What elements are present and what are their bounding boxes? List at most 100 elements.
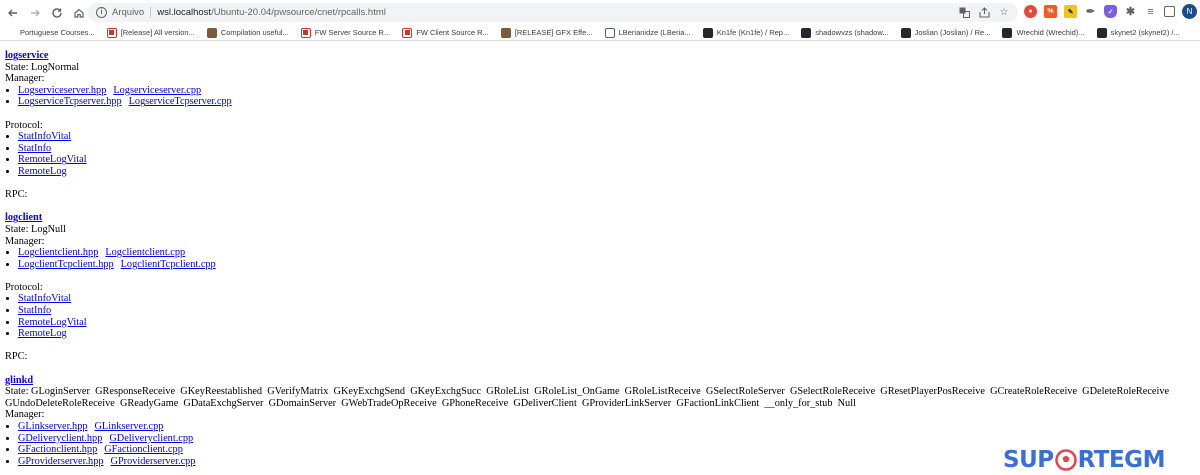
section-title-logservice[interactable]: logservice <box>5 50 48 62</box>
bookmark-label: FW Client Source R... <box>416 28 489 37</box>
watermark-text-right: RTEGM <box>1077 447 1166 473</box>
extension-yellow-icon[interactable]: ✎ <box>1064 5 1077 18</box>
manager-file-link[interactable]: Logserviceserver.cpp <box>113 85 201 96</box>
reading-list-icon[interactable]: ≡ <box>1144 5 1157 18</box>
bookmark-item[interactable]: Joslian (Joslian) / Re... <box>900 27 990 38</box>
list-item: RemoteLog <box>18 166 1195 178</box>
bookmark-label: [Release] All version... <box>120 28 195 37</box>
url-path: /Ubuntu-20.04/pwsource/cnet/rpcalls.html <box>211 7 386 18</box>
rpc-label: RPC: <box>5 351 28 363</box>
share-icon[interactable] <box>978 5 990 19</box>
manager-file-link[interactable]: GFactionclient.cpp <box>104 444 183 455</box>
site-info-icon[interactable]: i <box>96 7 107 18</box>
protocol-link[interactable]: StatInfoVital <box>18 131 71 142</box>
lb-icon <box>604 27 615 38</box>
bookmark-item[interactable]: CW Portuguese Courses... <box>6 28 94 38</box>
bookmark-item[interactable]: FW Server Source R... <box>300 27 391 38</box>
manager-file-link[interactable]: GProviderserver.cpp <box>111 456 196 467</box>
bookmarks-bar: CW Portuguese Courses... [Release] All ve… <box>0 25 1200 41</box>
list-item: StatInfo <box>18 305 1195 317</box>
bookmark-label: [RELEASE] GFX Effe... <box>514 28 593 37</box>
protocol-link[interactable]: StatInfo <box>18 143 51 154</box>
manager-file-link[interactable]: LogserviceTcpserver.hpp <box>18 96 122 107</box>
watermark-text-left: SUP <box>1003 447 1054 473</box>
bookmark-item[interactable]: LBerianidze (LBeria... <box>604 27 691 38</box>
bookmark-label: LBerianidze (LBeria... <box>618 28 691 37</box>
bookmark-item[interactable]: [RELEASE] GFX Effe... <box>500 27 593 38</box>
github-icon <box>1096 27 1107 38</box>
list-item: Logclientclient.hpp Logclientclient.cpp <box>18 247 1195 259</box>
eyedropper-icon[interactable]: ✒ <box>1084 5 1097 18</box>
list-item: LogclientTcpclient.hpp LogclientTcpclient… <box>18 259 1195 271</box>
bookmark-item[interactable]: shadowvzs (shadow... <box>801 27 889 38</box>
profile-avatar[interactable]: N <box>1182 4 1197 19</box>
protocol-link[interactable]: RemoteLog <box>18 166 67 177</box>
bookmark-label: Compilation useful... <box>220 28 289 37</box>
manager-label: Manager: <box>5 409 45 421</box>
reload-icon[interactable] <box>48 4 66 22</box>
manager-file-link[interactable]: GProviderserver.hpp <box>18 456 104 467</box>
manager-label: Manager: <box>5 235 45 247</box>
protocol-link[interactable]: StatInfo <box>18 305 51 316</box>
bookmark-star-icon[interactable]: ☆ <box>998 5 1010 19</box>
manager-file-link[interactable]: LogclientTcpclient.hpp <box>18 259 114 270</box>
bookmark-item[interactable]: Wrechid (Wrechid)... <box>1002 27 1085 38</box>
manager-file-link[interactable]: GFactionclient.hpp <box>18 444 97 455</box>
rpc-label: RPC: <box>5 189 28 201</box>
github-icon <box>801 27 812 38</box>
bookmark-label: Wrechid (Wrechid)... <box>1016 28 1085 37</box>
section-state: State: LogNormal <box>5 61 80 73</box>
github-icon <box>702 27 713 38</box>
puzzle-icon[interactable]: ✱ <box>1124 5 1137 18</box>
list-item: GDeliveryclient.hpp GDeliveryclient.cpp <box>18 433 1195 445</box>
manager-file-link[interactable]: Logserviceserver.hpp <box>18 85 106 96</box>
list-item: RemoteLogVital <box>18 317 1195 329</box>
protocol-label: Arquivo <box>112 7 145 18</box>
bookmark-item[interactable]: Kn1fe (Kn1fe) / Rep... <box>702 27 789 38</box>
bookmark-label: FW Server Source R... <box>314 28 391 37</box>
protocol-link[interactable]: RemoteLogVital <box>18 317 87 328</box>
forward-arrow-icon[interactable] <box>26 4 44 22</box>
home-icon[interactable] <box>70 4 88 22</box>
protocol-link[interactable]: RemoteLogVital <box>18 154 87 165</box>
manager-list: Logserviceserver.hpp Logserviceserver.cpp… <box>5 85 1195 108</box>
browser-toolbar: i Arquivo wsl.localhost/Ubuntu-20.04/pws… <box>0 0 1200 25</box>
bookmark-item[interactable]: [Release] All version... <box>106 27 195 38</box>
back-arrow-icon[interactable] <box>4 4 22 22</box>
manager-file-link[interactable]: GDeliveryclient.hpp <box>18 433 102 444</box>
manager-file-link[interactable]: GLinkserver.hpp <box>18 421 88 432</box>
section-title-logclient[interactable]: logclient <box>5 212 42 224</box>
shield-icon[interactable]: ✓ <box>1104 5 1117 18</box>
manager-file-link[interactable]: Logclientclient.hpp <box>18 247 98 258</box>
doc-icon <box>300 27 311 38</box>
list-item: LogserviceTcpserver.hpp LogserviceTcpserv… <box>18 96 1195 108</box>
watermark-logo: SUP RTEGM <box>1003 445 1165 475</box>
extension-red-icon[interactable]: ● <box>1024 5 1037 18</box>
section-title-glinkd[interactable]: glinkd <box>5 375 33 387</box>
side-panel-icon[interactable] <box>1164 6 1175 17</box>
address-separator <box>150 7 152 18</box>
translate-icon[interactable] <box>958 5 970 19</box>
bookmark-item[interactable]: skynet2 (skynet2) /... <box>1096 27 1180 38</box>
github-icon <box>900 27 911 38</box>
image-icon <box>500 27 511 38</box>
image-icon <box>206 27 217 38</box>
section-state-continued: GUndoDeleteRoleReceive GReadyGame GDataE… <box>5 397 856 409</box>
list-item: StatInfo <box>18 143 1195 155</box>
manager-file-link[interactable]: GDeliveryclient.cpp <box>109 433 193 444</box>
manager-file-link[interactable]: GLinkserver.cpp <box>95 421 164 432</box>
bookmark-item[interactable]: FW Client Source R... <box>402 27 489 38</box>
list-item: StatInfoVital <box>18 131 1195 143</box>
doc-icon <box>106 27 117 38</box>
manager-file-link[interactable]: Logclientclient.cpp <box>105 247 185 258</box>
manager-file-link[interactable]: LogclientTcpclient.cpp <box>121 259 216 270</box>
bookmark-item[interactable]: Compilation useful... <box>206 27 289 38</box>
manager-file-link[interactable]: LogserviceTcpserver.cpp <box>129 96 232 107</box>
protocol-list: StatInfoVital StatInfo RemoteLogVital Re… <box>5 131 1195 177</box>
list-item: Logserviceserver.hpp Logserviceserver.cpp <box>18 85 1195 97</box>
manager-list: Logclientclient.hpp Logclientclient.cpp L… <box>5 247 1195 270</box>
protocol-link[interactable]: RemoteLog <box>18 328 67 339</box>
address-bar[interactable]: i Arquivo wsl.localhost/Ubuntu-20.04/pws… <box>88 3 1018 22</box>
extension-orange-icon[interactable]: % <box>1044 5 1057 18</box>
protocol-link[interactable]: StatInfoVital <box>18 293 71 304</box>
